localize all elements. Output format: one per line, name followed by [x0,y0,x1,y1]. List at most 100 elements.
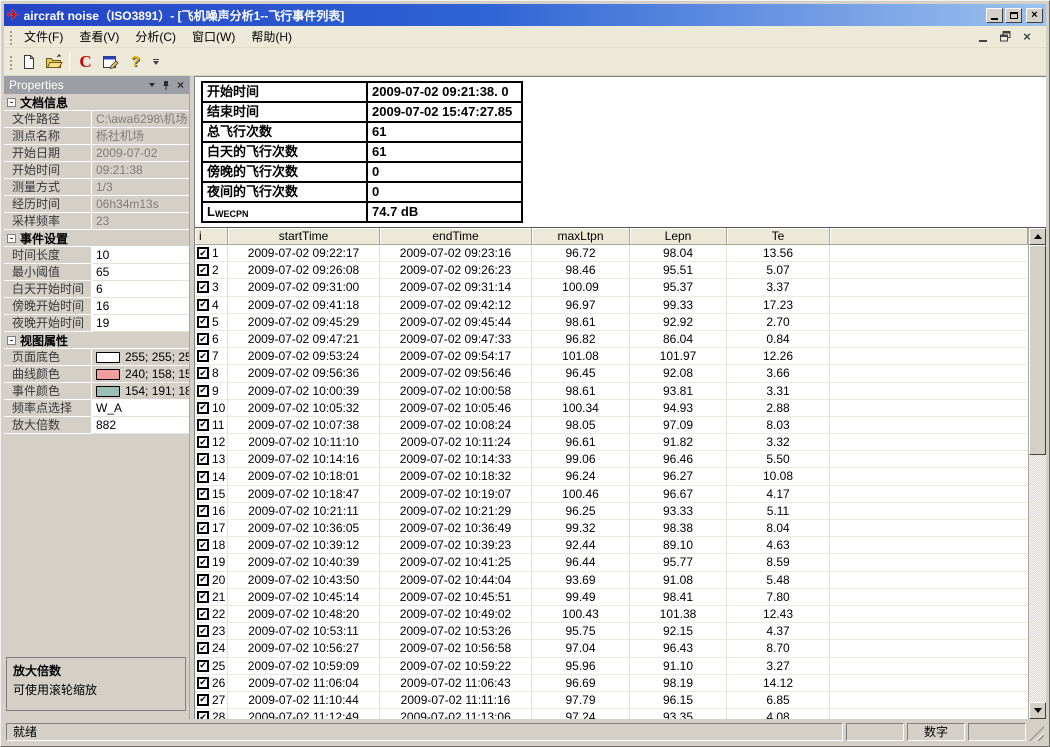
c-weighting-button[interactable]: C [74,51,97,73]
color-swatch[interactable] [96,352,120,363]
row-checkbox[interactable]: ✔ [197,625,209,637]
scrollbar-thumb[interactable] [1029,245,1046,455]
row-checkbox[interactable]: ✔ [197,453,209,465]
row-checkbox[interactable]: ✔ [197,299,209,311]
table-row[interactable]: ✔232009-07-02 10:53:112009-07-02 10:53:2… [195,623,1028,640]
row-checkbox[interactable]: ✔ [197,488,209,500]
menu-item-help[interactable]: 帮助(H) [243,26,300,47]
table-row[interactable]: ✔182009-07-02 10:39:122009-07-02 10:39:2… [195,537,1028,554]
toolbar-overflow-button[interactable] [150,59,162,65]
mdi-close-button[interactable]: × [1020,30,1034,43]
maximize-button[interactable] [1005,8,1022,23]
new-document-button[interactable] [17,51,40,73]
menu-item-file[interactable]: 文件(F) [16,26,71,47]
row-checkbox[interactable]: ✔ [197,539,209,551]
prop-value-field[interactable]: 10 [92,247,189,264]
row-checkbox[interactable]: ✔ [197,281,209,293]
row-checkbox[interactable]: ✔ [197,556,209,568]
table-row[interactable]: ✔62009-07-02 09:47:212009-07-02 09:47:33… [195,331,1028,348]
prop-value-field[interactable]: 65 [92,264,189,281]
table-row[interactable]: ✔82009-07-02 09:56:362009-07-02 09:56:46… [195,365,1028,382]
prop-value-field[interactable]: 1/3 [92,179,189,196]
prop-value-field[interactable]: 255; 255; 25 [92,349,189,366]
row-checkbox[interactable]: ✔ [197,591,209,603]
row-checkbox[interactable]: ✔ [197,660,209,672]
menubar-grip[interactable] [8,29,12,45]
table-row[interactable]: ✔42009-07-02 09:41:182009-07-02 09:42:12… [195,297,1028,314]
prop-value-field[interactable]: 栎社机场 [92,128,189,145]
table-row[interactable]: ✔152009-07-02 10:18:472009-07-02 10:19:0… [195,486,1028,503]
scroll-down-button[interactable] [1029,702,1046,719]
prop-value-field[interactable]: 23 [92,213,189,230]
minimize-button[interactable] [986,8,1003,23]
row-checkbox[interactable]: ✔ [197,522,209,534]
collapse-icon[interactable]: - [7,98,16,107]
table-row[interactable]: ✔252009-07-02 10:59:092009-07-02 10:59:2… [195,658,1028,675]
table-row[interactable]: ✔222009-07-02 10:48:202009-07-02 10:49:0… [195,606,1028,623]
table-row[interactable]: ✔122009-07-02 10:11:102009-07-02 10:11:2… [195,434,1028,451]
table-row[interactable]: ✔202009-07-02 10:43:502009-07-02 10:44:0… [195,572,1028,589]
panel-menu-chevron-icon[interactable] [149,83,155,87]
props-section-header[interactable]: -视图属性 [4,332,189,349]
column-header-maxLtpn[interactable]: maxLtpn [532,228,630,245]
table-row[interactable]: ✔12009-07-02 09:22:172009-07-02 09:23:16… [195,245,1028,262]
color-swatch[interactable] [96,386,120,397]
column-header-startTime[interactable]: startTime [228,228,380,245]
row-checkbox[interactable]: ✔ [197,574,209,586]
table-row[interactable]: ✔272009-07-02 11:10:442009-07-02 11:11:1… [195,692,1028,709]
prop-value-field[interactable]: 19 [92,315,189,332]
table-row[interactable]: ✔192009-07-02 10:40:392009-07-02 10:41:2… [195,554,1028,571]
row-checkbox[interactable]: ✔ [197,333,209,345]
menu-item-analysis[interactable]: 分析(C) [127,26,184,47]
table-row[interactable]: ✔132009-07-02 10:14:162009-07-02 10:14:3… [195,451,1028,468]
row-checkbox[interactable]: ✔ [197,505,209,517]
mdi-minimize-button[interactable] [976,30,990,43]
table-row[interactable]: ✔92009-07-02 10:00:392009-07-02 10:00:58… [195,383,1028,400]
mdi-restore-button[interactable] [998,30,1012,43]
table-row[interactable]: ✔262009-07-02 11:06:042009-07-02 11:06:4… [195,675,1028,692]
properties-button[interactable] [99,51,122,73]
column-header-filler[interactable] [830,228,1028,245]
table-row[interactable]: ✔172009-07-02 10:36:052009-07-02 10:36:4… [195,520,1028,537]
prop-value-field[interactable]: 2009-07-02 [92,145,189,162]
row-checkbox[interactable]: ✔ [197,350,209,362]
table-row[interactable]: ✔72009-07-02 09:53:242009-07-02 09:54:17… [195,348,1028,365]
table-row[interactable]: ✔162009-07-02 10:21:112009-07-02 10:21:2… [195,503,1028,520]
props-section-header[interactable]: -事件设置 [4,230,189,247]
prop-value-field[interactable]: 09:21:38 [92,162,189,179]
prop-value-field[interactable]: W_A [92,400,189,417]
column-header-endTime[interactable]: endTime [380,228,532,245]
table-row[interactable]: ✔112009-07-02 10:07:382009-07-02 10:08:2… [195,417,1028,434]
row-checkbox[interactable]: ✔ [197,419,209,431]
close-button[interactable]: × [1026,8,1043,23]
help-button[interactable]: ? [124,51,147,73]
open-file-button[interactable] [42,51,65,73]
menu-item-view[interactable]: 查看(V) [71,26,127,47]
table-row[interactable]: ✔142009-07-02 10:18:012009-07-02 10:18:3… [195,468,1028,485]
column-header-Te[interactable]: Te [727,228,830,245]
table-row[interactable]: ✔282009-07-02 11:12:492009-07-02 11:13:0… [195,709,1028,719]
column-header-i[interactable]: i [195,228,228,245]
pin-icon[interactable] [162,80,170,91]
row-checkbox[interactable]: ✔ [197,402,209,414]
table-row[interactable]: ✔242009-07-02 10:56:272009-07-02 10:56:5… [195,640,1028,657]
vertical-scrollbar[interactable] [1028,228,1046,719]
table-row[interactable]: ✔52009-07-02 09:45:292009-07-02 09:45:44… [195,314,1028,331]
row-checkbox[interactable]: ✔ [197,471,209,483]
prop-value-field[interactable]: 240; 158; 15 [92,366,189,383]
row-checkbox[interactable]: ✔ [197,264,209,276]
prop-value-field[interactable]: 6 [92,281,189,298]
toolbar-grip[interactable] [8,54,12,70]
prop-value-field[interactable]: 16 [92,298,189,315]
prop-value-field[interactable]: 882 [92,417,189,434]
row-checkbox[interactable]: ✔ [197,316,209,328]
row-checkbox[interactable]: ✔ [197,642,209,654]
row-checkbox[interactable]: ✔ [197,436,209,448]
collapse-icon[interactable]: - [7,234,16,243]
prop-value-field[interactable]: C:\awa6298\机场 [92,111,189,128]
table-row[interactable]: ✔32009-07-02 09:31:002009-07-02 09:31:14… [195,279,1028,296]
row-checkbox[interactable]: ✔ [197,247,209,259]
color-swatch[interactable] [96,369,120,380]
row-checkbox[interactable]: ✔ [197,367,209,379]
table-row[interactable]: ✔102009-07-02 10:05:322009-07-02 10:05:4… [195,400,1028,417]
